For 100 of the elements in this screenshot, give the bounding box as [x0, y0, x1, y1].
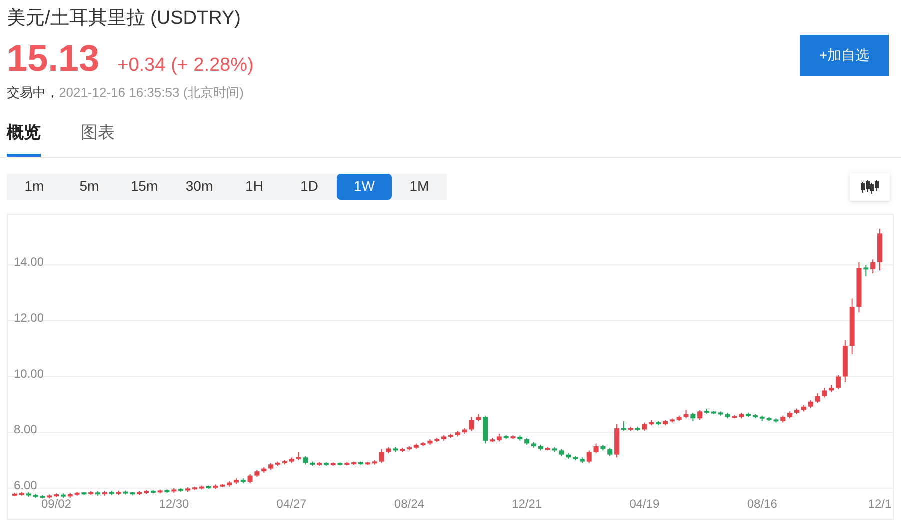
interval-tab[interactable]: 30m — [172, 174, 227, 200]
x-axis-label: 12/1 — [868, 496, 892, 510]
candlestick — [780, 414, 786, 423]
candlestick — [455, 430, 460, 437]
y-axis-label: 8.00 — [14, 422, 38, 436]
candlestick — [324, 461, 329, 466]
candlestick — [109, 490, 114, 496]
candlestick — [82, 490, 87, 496]
candlestick — [74, 490, 80, 496]
candlestick — [684, 409, 689, 419]
candlestick — [600, 444, 606, 451]
candlestick — [670, 418, 675, 423]
candlestick — [420, 441, 426, 446]
candlestick — [262, 466, 267, 473]
candlestick — [186, 486, 190, 492]
candlestick-icon[interactable] — [850, 172, 890, 200]
candlestick — [344, 461, 350, 466]
candlestick — [434, 437, 440, 442]
candlestick — [116, 490, 122, 496]
x-axis-label: 04/19 — [630, 496, 660, 510]
tab[interactable]: 图表 — [81, 120, 115, 156]
candlestick — [40, 494, 46, 499]
tab[interactable]: 概览 — [7, 120, 41, 156]
candlestick — [698, 409, 703, 420]
page-title: 美元/土耳其里拉 (USDTRY) — [7, 6, 242, 31]
candlestick — [518, 434, 523, 441]
candlestick — [545, 446, 550, 451]
candlestick — [594, 442, 599, 454]
candlestick — [164, 488, 170, 494]
x-axis-label: 08/24 — [394, 496, 424, 510]
x-axis-label: 09/02 — [42, 496, 72, 510]
candlestick — [365, 461, 370, 466]
interval-tab[interactable]: 1H — [227, 174, 282, 200]
candlestick — [496, 432, 502, 442]
candlestick — [428, 438, 433, 446]
y-axis-label: 14.00 — [14, 254, 44, 269]
candlestick — [676, 414, 682, 422]
interval-tab[interactable]: 1m — [7, 174, 62, 200]
candlestick — [725, 412, 730, 419]
candlestick — [566, 452, 572, 460]
candlestick — [704, 408, 710, 414]
candlestick — [878, 228, 882, 271]
x-axis-label: 12/21 — [512, 496, 542, 510]
trading-status: 交易中， — [7, 84, 59, 102]
y-axis-label: 10.00 — [14, 366, 44, 380]
y-axis-label: 6.00 — [14, 478, 38, 492]
candlestick — [469, 416, 474, 432]
x-axis-label: 04/27 — [276, 496, 307, 510]
candlestick — [150, 489, 156, 494]
candlestick — [870, 258, 876, 274]
x-axis-label: 12/30 — [159, 496, 190, 510]
interval-tab[interactable]: 1D — [282, 174, 337, 200]
candlestick — [649, 419, 654, 426]
candlestick — [206, 484, 212, 490]
candlestick — [414, 442, 419, 450]
candlestick — [808, 399, 814, 408]
candlestick — [393, 446, 398, 452]
price-change: +0.34 (+ 2.28%) — [118, 54, 254, 78]
candlestick — [26, 492, 32, 497]
candlestick — [379, 448, 384, 464]
candlestick — [199, 484, 204, 490]
candlestick — [220, 483, 226, 488]
interval-tab[interactable]: 5m — [62, 174, 117, 200]
candlestick — [524, 437, 530, 446]
candlestick — [856, 261, 862, 313]
candlestick — [386, 446, 392, 454]
candlestick — [289, 456, 294, 464]
candlestick — [711, 410, 716, 414]
candlestick — [864, 264, 869, 276]
y-axis-label: 12.00 — [14, 310, 44, 324]
add-watchlist-button[interactable]: +加自选 — [800, 35, 889, 76]
candlestick — [586, 450, 592, 464]
candlestick — [850, 298, 855, 354]
candlestick — [158, 488, 163, 494]
interval-tab[interactable]: 1W — [337, 174, 392, 200]
candlestick — [68, 492, 73, 498]
candlestick — [358, 460, 364, 466]
candlestick — [739, 412, 744, 419]
candlestick — [718, 410, 724, 416]
candlestick — [766, 416, 772, 422]
candlestick — [372, 459, 378, 465]
candlestick — [642, 422, 648, 432]
candlestick — [282, 459, 288, 465]
candlestick — [628, 426, 634, 432]
candlestick — [608, 446, 613, 456]
candlestick — [178, 487, 184, 492]
candlestick — [248, 473, 253, 484]
candlestick — [296, 451, 302, 460]
price: 15.13 — [7, 38, 100, 80]
candlestick — [254, 469, 260, 478]
x-axis-label: 08/16 — [747, 496, 778, 510]
interval-tab[interactable]: 1M — [392, 174, 447, 200]
candlestick — [559, 448, 564, 456]
interval-tab[interactable]: 15m — [117, 174, 172, 200]
candlestick — [822, 386, 828, 398]
candlestick — [462, 427, 468, 434]
candlestick — [33, 493, 38, 498]
candlestick — [12, 492, 18, 496]
timestamp: 2021-12-16 16:35:53 (北京时间) — [59, 84, 244, 102]
candlestick — [192, 486, 198, 490]
